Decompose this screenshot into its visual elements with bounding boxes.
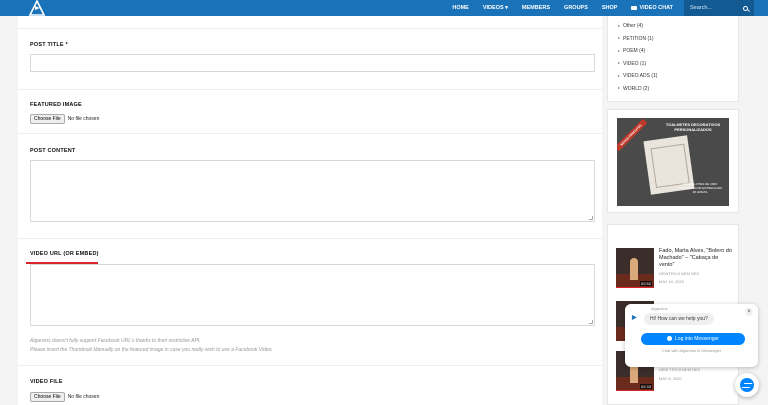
messenger-launcher-button[interactable] (735, 373, 759, 397)
bullet-arrow-icon (618, 87, 620, 90)
chat-page-name: Algarvios (651, 306, 668, 311)
divider (18, 238, 602, 239)
video-file-file-status: No file chosen (67, 394, 100, 400)
top-navbar: HOME VIDEOS ▾ MEMBERS GROUPS SHOP VIDEO … (0, 0, 768, 16)
bullet-arrow-icon (618, 62, 620, 65)
video-file-section: VIDEO FILE (30, 379, 596, 385)
resize-handle-icon[interactable] (589, 216, 593, 220)
chat-subtext: Chat with Algarvios in Messenger (661, 348, 722, 353)
page-avatar-icon: ▶ (632, 315, 637, 321)
featured-image-section: FEATURED IMAGE (30, 102, 596, 108)
resize-handle-icon[interactable] (589, 320, 593, 324)
recent-post-item[interactable]: 02:52 Fado, Marta Alves, "Bolero do Mach… (616, 248, 736, 300)
category-item[interactable]: PETITION (1) (618, 36, 654, 42)
category-label: Other (4) (623, 23, 644, 29)
performer-shape (630, 258, 638, 280)
log-into-messenger-label: Log into Messenger (675, 336, 719, 342)
ad-title: TOALHETES DECORATIVOS PERSONALIZADOS (665, 122, 721, 132)
divider (18, 365, 602, 366)
nav-home[interactable]: HOME (445, 0, 476, 16)
category-item[interactable]: VIDEO ADS (1) (618, 73, 657, 79)
search-box (684, 0, 754, 16)
post-title-input[interactable] (30, 54, 595, 72)
facebook-note-line1: Algarvios doesn't fully support Facebook… (30, 338, 201, 344)
category-label: VIDEO (1) (623, 60, 647, 67)
post-form: POST TITLE * FEATURED IMAGE Choose File … (18, 16, 602, 405)
video-camera-icon (631, 5, 638, 10)
divider (18, 89, 602, 90)
featured-image-file-status: No file chosen (67, 116, 100, 122)
video-url-section: VIDEO URL (OR EMBED) (30, 251, 596, 257)
ad-ribbon: NOVOS PRODUTOS (617, 118, 648, 152)
messenger-chat-popup: Algarvios × ▶ Hi! How can we help you? L… (625, 304, 758, 367)
log-into-messenger-button[interactable]: Log into Messenger (641, 333, 745, 345)
video-duration: 02:52 (639, 281, 652, 286)
video-url-textarea[interactable] (30, 264, 595, 326)
ad-widget: NOVOS PRODUTOS TOALHETES DECORATIVOS PER… (607, 109, 739, 213)
ad-banner[interactable]: NOVOS PRODUTOS TOALHETES DECORATIVOS PER… (617, 118, 729, 206)
facebook-note-line2: Please insert the Thumbnail Manually on … (30, 347, 273, 353)
ad-subtitle: DESDE LOTES DE 1000 UNIDADES COM ENTREGA… (678, 182, 722, 194)
nav-videos[interactable]: VIDEOS ▾ (476, 0, 515, 16)
nav-video-chat[interactable]: VIDEO CHAT (624, 0, 680, 16)
post-author[interactable]: NEWTROJI NEM NEZ (659, 271, 699, 276)
post-content-label: POST CONTENT (30, 148, 76, 154)
nav-groups[interactable]: GROUPS (557, 0, 595, 16)
nav-members[interactable]: MEMBERS (515, 0, 557, 16)
category-item[interactable]: VIDEO (1) (618, 61, 646, 67)
video-file-choose-file-button[interactable]: Choose File (30, 392, 65, 402)
nav-shop[interactable]: SHOP (595, 0, 625, 16)
post-date: MAY 8, 2020 (659, 376, 682, 381)
bullet-arrow-icon (618, 49, 620, 52)
main-nav: HOME VIDEOS ▾ MEMBERS GROUPS SHOP VIDEO … (445, 0, 768, 16)
category-item[interactable]: Other (4) (618, 23, 643, 29)
post-thumbnail[interactable]: 02:52 (616, 248, 654, 288)
featured-image-choose-file-button[interactable]: Choose File (30, 114, 65, 124)
post-author[interactable]: NEW TROJI NEM NEZ (659, 367, 700, 372)
video-url-label: VIDEO URL (OR EMBED) (30, 251, 99, 257)
category-label: WORLD (2) (623, 85, 650, 92)
post-title[interactable]: Fado, Marta Alves, "Bolero do Machado" –… (659, 248, 734, 269)
search-input[interactable] (690, 5, 736, 11)
featured-image-label: FEATURED IMAGE (30, 102, 82, 108)
category-item[interactable]: POEM (4) (618, 48, 645, 54)
bullet-arrow-icon (618, 24, 620, 27)
video-file-label: VIDEO FILE (30, 379, 63, 385)
bullet-arrow-icon (618, 37, 620, 40)
post-title-section: POST TITLE * (30, 42, 596, 48)
category-label: POEM (4) (623, 48, 646, 54)
nav-video-chat-label: VIDEO CHAT (639, 5, 673, 11)
progress-bar (616, 286, 654, 288)
category-item[interactable]: WORLD (2) (618, 86, 649, 92)
site-logo-icon[interactable] (28, 0, 46, 16)
chat-greeting: Hi! How can we help you? (644, 313, 714, 325)
divider (18, 28, 602, 29)
category-label: VIDEO ADS (1) (623, 73, 658, 79)
category-label: PETITION (1) (623, 35, 654, 42)
post-content-section: POST CONTENT (30, 148, 596, 154)
divider (18, 133, 602, 134)
post-content-textarea[interactable] (30, 160, 595, 222)
post-title-label: POST TITLE * (30, 42, 68, 48)
search-icon[interactable] (743, 5, 748, 11)
featured-image-file-row: Choose File No file chosen (30, 114, 596, 124)
categories-widget: Other (4) PETITION (1) POEM (4) VIDEO (1… (607, 16, 739, 102)
progress-bar (616, 389, 654, 391)
video-file-file-row: Choose File No file chosen (30, 392, 596, 402)
messenger-icon (667, 336, 673, 342)
close-icon[interactable]: × (745, 308, 753, 316)
messenger-icon (740, 378, 754, 392)
video-duration: 02:33 (639, 384, 652, 389)
bullet-arrow-icon (618, 74, 620, 77)
post-date: MAY 10, 2020 (659, 279, 684, 284)
